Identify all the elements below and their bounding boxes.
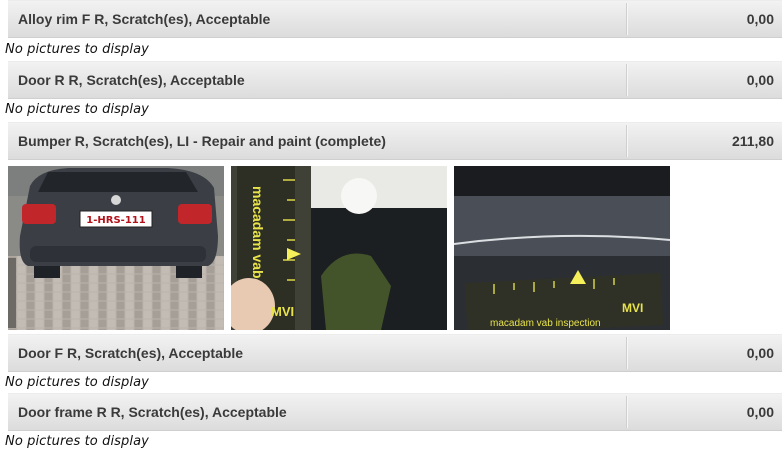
no-pictures-message: No pictures to display xyxy=(5,42,149,57)
damage-description: Door R R, Scratch(es), Acceptable xyxy=(18,72,245,88)
damage-row-alloy-rim[interactable]: Alloy rim F R, Scratch(es), Acceptable 0… xyxy=(8,0,782,38)
no-pictures-message: No pictures to display xyxy=(5,434,149,449)
damage-amount: 211,80 xyxy=(731,133,774,149)
damage-description: Bumper R, Scratch(es), LI - Repair and p… xyxy=(18,133,386,149)
damage-row-bumper[interactable]: Bumper R, Scratch(es), LI - Repair and p… xyxy=(8,122,782,160)
license-plate-text: 1-HRS-111 xyxy=(86,215,145,226)
mvi-logo: MVI xyxy=(271,304,294,319)
damage-amount: 0,00 xyxy=(746,72,774,88)
ruler-label: macadam vab inspection xyxy=(490,318,601,329)
damage-amount: 0,00 xyxy=(746,11,774,27)
column-divider xyxy=(626,125,627,157)
damage-description: Door frame R R, Scratch(es), Acceptable xyxy=(18,404,287,420)
damage-row-door-frame-r-r[interactable]: Door frame R R, Scratch(es), Acceptable … xyxy=(8,393,782,431)
damage-photo-ruler-closeup[interactable]: macadam vab inspection MVI xyxy=(231,166,447,330)
damage-amount: 0,00 xyxy=(746,345,774,361)
damage-photo-car-rear[interactable]: 1-HRS-111 xyxy=(8,166,224,330)
damage-row-door-r-r[interactable]: Door R R, Scratch(es), Acceptable 0,00 xyxy=(8,61,782,99)
column-divider xyxy=(626,3,627,35)
damage-amount: 0,00 xyxy=(746,404,774,420)
no-pictures-message: No pictures to display xyxy=(5,102,149,117)
column-divider xyxy=(626,64,627,96)
column-divider xyxy=(626,396,627,428)
damage-row-door-f-r[interactable]: Door F R, Scratch(es), Acceptable 0,00 xyxy=(8,334,782,372)
mvi-logo: MVI xyxy=(622,301,643,315)
damage-photo-bumper-scratch[interactable]: MVI macadam vab inspection xyxy=(454,166,670,330)
column-divider xyxy=(626,337,627,369)
damage-description: Door F R, Scratch(es), Acceptable xyxy=(18,345,244,361)
no-pictures-message: No pictures to display xyxy=(5,375,149,390)
damage-description: Alloy rim F R, Scratch(es), Acceptable xyxy=(18,11,271,27)
